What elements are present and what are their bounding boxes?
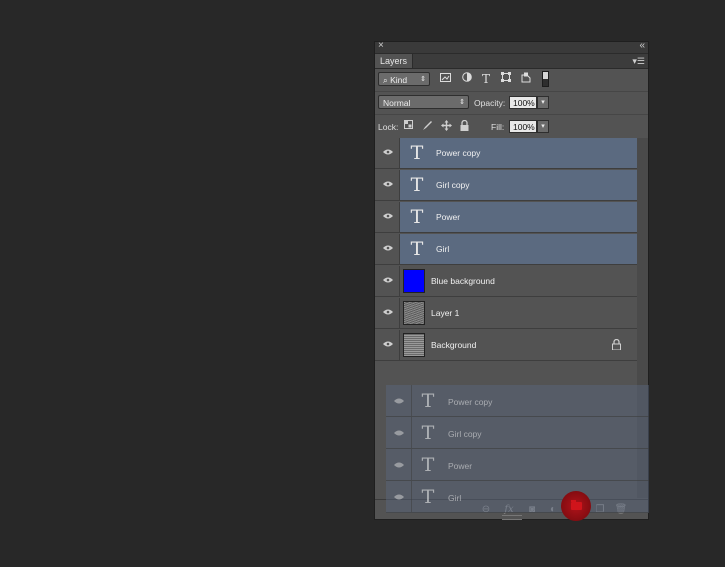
type-filter-icon[interactable]: T (479, 72, 493, 86)
ghost-layer-row: T Girl (386, 481, 649, 513)
lock-label: Lock: (378, 122, 399, 132)
lock-row: Lock: Fill: 100% ▾ (375, 115, 648, 139)
ghost-layer-row: T Power (386, 449, 649, 481)
adjustment-filter-icon[interactable] (460, 72, 474, 86)
close-icon[interactable]: × (378, 42, 384, 51)
panel-tab-row: Layers ▾☰ (375, 54, 648, 69)
visibility-toggle[interactable] (375, 202, 400, 232)
pixel-filter-icon[interactable] (438, 72, 452, 86)
updown-arrow-icon: ⇕ (420, 76, 426, 83)
layer-row-girl[interactable]: T Girl (375, 234, 637, 265)
layer-row-layer-1[interactable]: Layer 1 (375, 298, 637, 329)
fill-dropdown-button[interactable]: ▾ (537, 120, 549, 133)
lock-icon (612, 338, 624, 351)
text-layer-icon: T (421, 486, 435, 508)
ghost-visibility-cell (386, 449, 412, 480)
opacity-field[interactable]: 100% (509, 96, 537, 109)
eye-icon (383, 181, 393, 187)
lock-transparent-pixels-icon[interactable] (402, 120, 414, 132)
panel-titlebar: × « (375, 42, 648, 54)
text-layer-icon: T (410, 206, 424, 228)
ghost-layer-name: Girl (448, 493, 462, 503)
fill-label: Fill: (491, 122, 505, 132)
visibility-toggle[interactable] (375, 298, 400, 328)
lock-all-icon[interactable] (458, 119, 470, 132)
panel-resize-handle[interactable] (502, 515, 522, 520)
layer-thumbnail (403, 301, 425, 325)
eye-icon (394, 398, 404, 404)
layer-name: Background (431, 340, 477, 350)
ghost-layer-name: Girl copy (448, 429, 482, 439)
visibility-toggle[interactable] (375, 330, 400, 360)
text-layer-icon: T (410, 238, 424, 260)
layer-name: Girl (436, 244, 450, 254)
kind-filter-select[interactable]: ⌕ Kind ⇕ (378, 72, 430, 86)
eye-icon (394, 430, 404, 436)
ghost-layer-name: Power copy (448, 397, 493, 407)
filter-row: ⌕ Kind ⇕ T (375, 68, 648, 92)
smart-object-filter-icon[interactable] (519, 72, 533, 86)
layer-thumbnail (403, 269, 425, 293)
text-layer-icon: T (421, 422, 435, 444)
visibility-toggle[interactable] (375, 266, 400, 296)
ghost-layer-name: Power (448, 461, 473, 471)
layer-name: Blue background (431, 276, 495, 286)
text-layer-icon: T (421, 454, 435, 476)
ghost-layer-row: T Girl copy (386, 417, 649, 449)
drag-ghost: T Power copy T Girl copy T Power T Girl (386, 385, 649, 513)
new-group-folder-icon[interactable] (571, 500, 582, 510)
eye-icon (394, 494, 404, 500)
eye-icon (394, 462, 404, 468)
ghost-visibility-cell (386, 481, 412, 512)
layer-name: Power (436, 212, 461, 222)
collapse-icon[interactable]: « (639, 42, 645, 51)
layer-name: Layer 1 (431, 308, 460, 318)
opacity-label: Opacity: (474, 98, 506, 108)
shape-filter-icon[interactable] (499, 72, 513, 86)
layer-row-power-copy[interactable]: T Power copy (375, 138, 637, 169)
eye-icon (383, 341, 393, 347)
lock-image-pixels-icon[interactable] (421, 120, 433, 132)
layer-name: Girl copy (436, 180, 470, 190)
layer-row-girl-copy[interactable]: T Girl copy (375, 170, 637, 201)
visibility-toggle[interactable] (375, 170, 400, 200)
opacity-dropdown-button[interactable]: ▾ (537, 96, 549, 109)
layer-name: Power copy (436, 148, 481, 158)
eye-icon (383, 309, 393, 315)
blend-mode-select[interactable]: Normal ⇕ (378, 95, 469, 109)
layer-row-power[interactable]: T Power (375, 202, 637, 233)
layer-row-background[interactable]: Background (375, 330, 637, 361)
text-layer-icon: T (410, 142, 424, 164)
panel-menu-icon[interactable]: ▾☰ (632, 54, 645, 68)
blend-row: Normal ⇕ Opacity: 100% ▾ (375, 92, 648, 115)
fill-field[interactable]: 100% (509, 120, 537, 133)
kind-label: Kind (390, 75, 408, 85)
updown-arrow-icon: ⇕ (459, 99, 465, 106)
filter-toggle-switch[interactable] (542, 71, 549, 87)
blend-mode-value: Normal (383, 98, 411, 108)
text-layer-icon: T (421, 390, 435, 412)
tab-layers[interactable]: Layers (375, 54, 414, 68)
eye-icon (383, 149, 393, 155)
eye-icon (383, 277, 393, 283)
ghost-visibility-cell (386, 417, 412, 448)
ghost-visibility-cell (386, 385, 412, 416)
ghost-layer-row: T Power copy (386, 385, 649, 417)
visibility-toggle[interactable] (375, 138, 400, 168)
visibility-toggle[interactable] (375, 234, 400, 264)
layer-thumbnail (403, 333, 425, 357)
eye-icon (383, 213, 393, 219)
text-layer-icon: T (410, 174, 424, 196)
layer-row-blue-background[interactable]: Blue background (375, 266, 637, 297)
lock-position-icon[interactable] (440, 120, 452, 132)
eye-icon (383, 245, 393, 251)
